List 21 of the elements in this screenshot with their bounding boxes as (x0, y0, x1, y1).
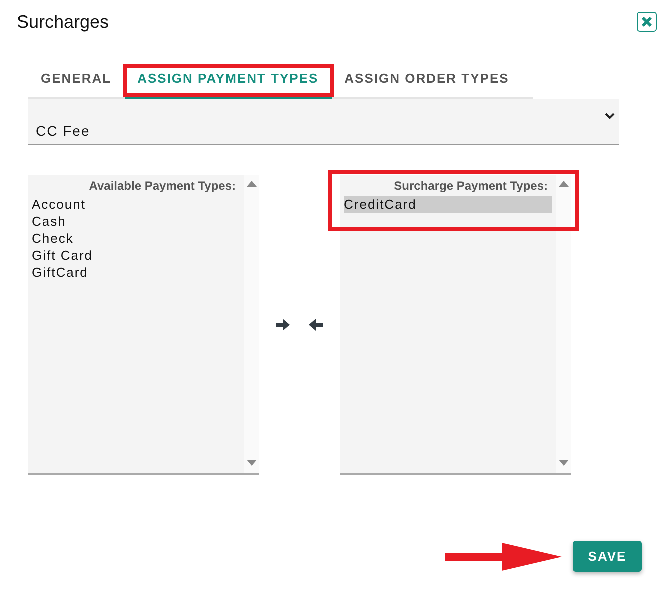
tab[interactable]: ASSIGN ORDER TYPES (332, 62, 522, 99)
list-item[interactable]: GiftCard (32, 264, 88, 281)
list-item[interactable]: Check (32, 230, 74, 247)
window-title: Surcharges (17, 12, 110, 32)
close-icon[interactable] (637, 12, 657, 32)
scroll-down-icon[interactable] (246, 460, 256, 466)
scroll-down-icon[interactable] (558, 460, 568, 466)
surcharge-dropdown[interactable]: CC Fee (28, 99, 619, 145)
arrow-left-icon[interactable] (309, 319, 323, 331)
save-button[interactable]: SAVE (573, 541, 642, 572)
list-header: Surcharge Payment Types: (394, 179, 548, 193)
scroll-up-icon[interactable] (246, 181, 256, 187)
tab[interactable]: GENERAL (28, 62, 125, 99)
list-item[interactable]: Account (32, 196, 86, 213)
list-header: Available Payment Types: (89, 179, 236, 193)
arrow-right-icon[interactable] (276, 319, 290, 331)
list-item[interactable]: CreditCard (344, 196, 552, 213)
scroll-up-icon[interactable] (558, 181, 568, 187)
chevron-down-icon (605, 112, 615, 120)
list-item[interactable]: Gift Card (32, 247, 94, 264)
list-item[interactable]: Cash (32, 213, 66, 230)
